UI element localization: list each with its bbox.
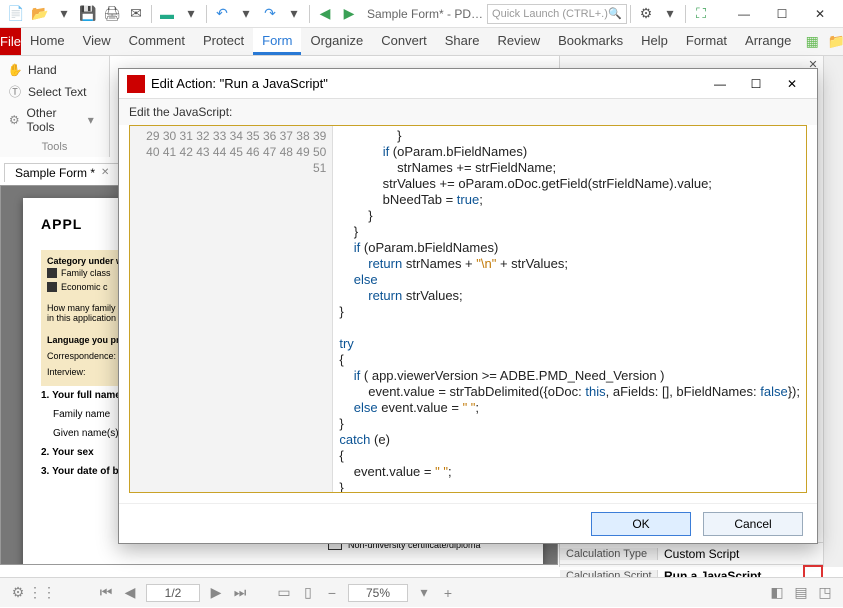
edit-action-dialog: Edit Action: "Run a JavaScript" — ☐ ✕ Ed…	[118, 68, 818, 544]
last-page-icon[interactable]: ⏭	[228, 581, 252, 605]
ok-button[interactable]: OK	[591, 512, 691, 536]
tab-arrange[interactable]: Arrange	[736, 28, 800, 55]
status-icon[interactable]: ◳	[813, 581, 837, 605]
dialog-maximize-button[interactable]: ☐	[739, 73, 773, 95]
minimize-button[interactable]: —	[725, 0, 763, 28]
tools-label: Tools	[4, 137, 105, 153]
select-text-tool[interactable]: ⓉSelect Text	[4, 80, 105, 103]
code-content[interactable]: } if (oParam.bFieldNames) strNames += st…	[333, 126, 806, 492]
layout-icon[interactable]: ▯	[296, 581, 320, 605]
status-icon[interactable]: ◧	[765, 581, 789, 605]
zoom-in-icon[interactable]: +	[436, 581, 460, 605]
page-number-input[interactable]: 1/2	[146, 584, 200, 602]
scan-icon[interactable]: ▬	[156, 3, 178, 25]
dropdown-icon[interactable]: ▾	[53, 3, 75, 25]
app-icon	[127, 75, 145, 93]
other-tools[interactable]: ⚙Other Tools▾	[4, 103, 105, 137]
zoom-input[interactable]: 75%	[348, 584, 408, 602]
dropdown-icon[interactable]: ▾	[180, 3, 202, 25]
tab-help[interactable]: Help	[632, 28, 677, 55]
maximize-button[interactable]: ☐	[763, 0, 801, 28]
first-page-icon[interactable]: ⏮	[94, 581, 118, 605]
dialog-close-button[interactable]: ✕	[775, 73, 809, 95]
nav-icon[interactable]: ⋮⋮	[30, 581, 54, 605]
document-tabs: Sample Form * ✕	[0, 160, 120, 184]
dropdown-icon[interactable]: ▾	[283, 3, 305, 25]
hand-tool[interactable]: ✋Hand	[4, 60, 105, 80]
quick-launch-input[interactable]: Quick Launch (CTRL+.) 🔍	[487, 4, 627, 24]
prev-page-icon[interactable]: ◀	[118, 581, 142, 605]
dialog-minimize-button[interactable]: —	[703, 73, 737, 95]
title-bar: 📄 📂 ▾ 💾 🖨 ✉ ▬ ▾ ↶ ▾ ↷ ▾ ◀ ▶ Sample Form*…	[0, 0, 843, 28]
chevron-down-icon: ▾	[83, 113, 99, 127]
document-tab[interactable]: Sample Form * ✕	[4, 163, 120, 182]
forward-icon[interactable]: ▶	[338, 3, 360, 25]
file-tab[interactable]: File	[0, 28, 21, 55]
tab-organize[interactable]: Organize	[301, 28, 372, 55]
options-icon[interactable]: ⚙	[6, 581, 30, 605]
email-icon[interactable]: ✉	[125, 3, 147, 25]
line-numbers: 29 30 31 32 33 34 35 36 37 38 39 40 41 4…	[130, 126, 333, 492]
save-icon[interactable]: 💾	[77, 3, 99, 25]
code-editor[interactable]: 29 30 31 32 33 34 35 36 37 38 39 40 41 4…	[129, 125, 807, 493]
redo-icon[interactable]: ↷	[259, 3, 281, 25]
tab-protect[interactable]: Protect	[194, 28, 253, 55]
zoom-out-icon[interactable]: −	[320, 581, 344, 605]
tab-bookmarks[interactable]: Bookmarks	[549, 28, 632, 55]
tab-format[interactable]: Format	[677, 28, 736, 55]
tab-form[interactable]: Form	[253, 28, 301, 55]
tab-home[interactable]: Home	[21, 28, 74, 55]
status-icon[interactable]: ▤	[789, 581, 813, 605]
ribbon-tabs: File Home View Comment Protect Form Orga…	[0, 28, 843, 56]
tab-share[interactable]: Share	[436, 28, 489, 55]
tab-comment[interactable]: Comment	[120, 28, 194, 55]
open-icon[interactable]: 📂	[29, 3, 51, 25]
hand-icon: ✋	[6, 63, 24, 77]
print-icon[interactable]: 🖨	[101, 3, 123, 25]
status-bar: ⚙ ⋮⋮ ⏮ ◀ 1/2 ▶ ⏭ ▭ ▯ − 75% ▾ + ◧ ▤ ◳	[0, 577, 843, 607]
undo-icon[interactable]: ↶	[211, 3, 233, 25]
tools-panel: ✋Hand ⓉSelect Text ⚙Other Tools▾ Tools	[0, 56, 110, 157]
tab-convert[interactable]: Convert	[372, 28, 436, 55]
close-button[interactable]: ✕	[801, 0, 839, 28]
prop-calc-type: Calculation Type Custom Script	[560, 542, 823, 564]
settings-icon[interactable]: ⚙	[635, 3, 657, 25]
dialog-label: Edit the JavaScript:	[119, 99, 817, 125]
chevron-down-icon[interactable]: ▾	[412, 581, 436, 605]
dropdown-icon[interactable]: ▾	[235, 3, 257, 25]
gear-icon: ⚙	[6, 113, 22, 127]
close-tab-icon[interactable]: ✕	[101, 167, 109, 178]
search-icon: 🔍	[608, 7, 622, 20]
tab-review[interactable]: Review	[488, 28, 549, 55]
cancel-button[interactable]: Cancel	[703, 512, 803, 536]
checkbox-icon[interactable]	[47, 282, 57, 292]
right-icon-strip	[823, 56, 843, 567]
text-cursor-icon: Ⓣ	[6, 83, 24, 100]
tab-view[interactable]: View	[74, 28, 120, 55]
ribbon-tool-icon[interactable]: 📁	[824, 30, 843, 54]
dialog-titlebar: Edit Action: "Run a JavaScript" — ☐ ✕	[119, 69, 817, 99]
quick-launch-placeholder: Quick Launch (CTRL+.)	[492, 8, 608, 20]
back-icon[interactable]: ◀	[314, 3, 336, 25]
app-icon: 📄	[5, 3, 27, 25]
dialog-title: Edit Action: "Run a JavaScript"	[151, 76, 328, 91]
window-title: Sample Form* - PD…	[367, 7, 483, 21]
fit-icon[interactable]: ⛶	[690, 3, 712, 25]
dropdown-icon[interactable]: ▾	[659, 3, 681, 25]
layout-icon[interactable]: ▭	[272, 581, 296, 605]
checkbox-icon[interactable]	[47, 268, 57, 278]
next-page-icon[interactable]: ▶	[204, 581, 228, 605]
ribbon-tool-icon[interactable]: ▦	[800, 30, 824, 54]
